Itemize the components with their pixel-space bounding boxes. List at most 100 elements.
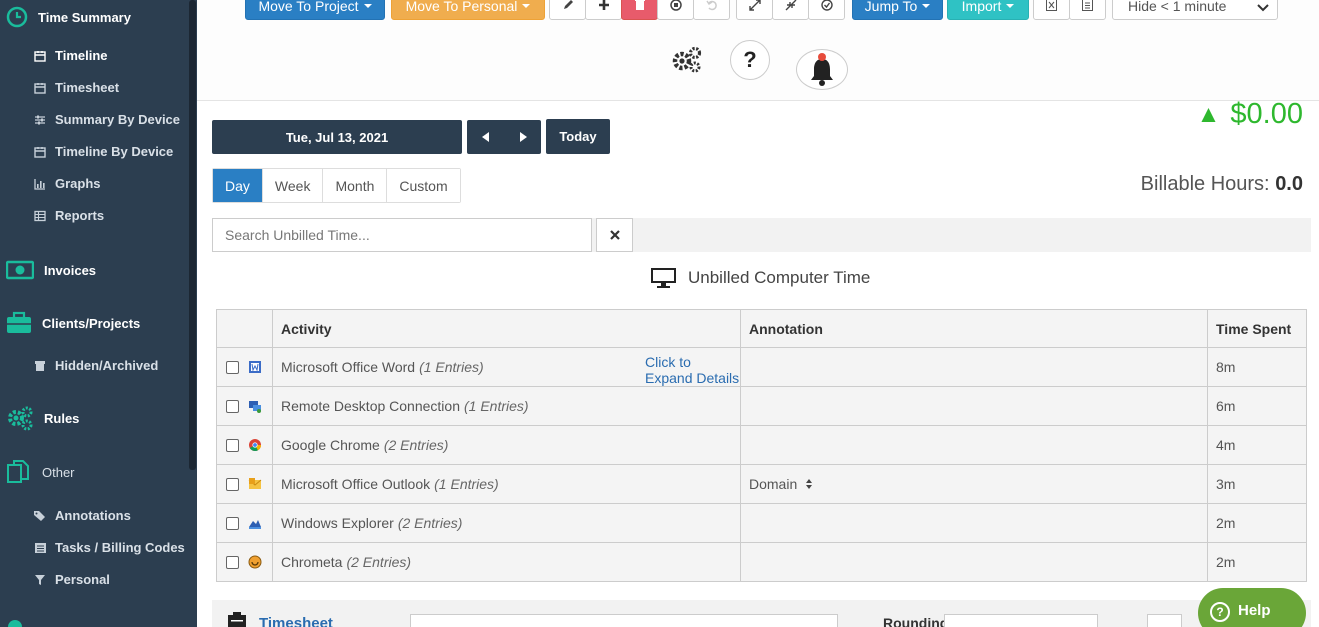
table-row[interactable]: Chrometa (2 Entries) 2m (217, 542, 1306, 581)
sidebar-item-hidden-archived[interactable]: Hidden/Archived (33, 358, 158, 373)
sidebar-item-personal[interactable]: Personal (33, 572, 110, 587)
sidebar-scrollbar[interactable] (189, 0, 196, 470)
sidebar-item-timeline[interactable]: Timeline (33, 48, 108, 63)
header-activity[interactable]: Activity (272, 310, 740, 347)
outlook-icon (248, 477, 262, 491)
rounding-select[interactable] (944, 614, 1098, 627)
row-checkbox[interactable] (226, 555, 239, 569)
caret-down-icon (1006, 4, 1015, 8)
stop-button[interactable] (657, 0, 694, 20)
annotation-cell[interactable] (740, 387, 1207, 425)
tab-custom[interactable]: Custom (387, 169, 460, 202)
select-cell (217, 465, 272, 503)
timesheet-input[interactable] (410, 614, 838, 627)
next-day-button[interactable] (504, 120, 541, 154)
date-picker-button[interactable]: Tue, Jul 13, 2021 (212, 120, 462, 154)
sidebar-item-graphs[interactable]: Graphs (33, 176, 101, 191)
sidebar-other[interactable]: Other (6, 459, 75, 485)
sidebar-item-tasks-billing-codes[interactable]: Tasks / Billing Codes (33, 540, 185, 555)
activity-name: Microsoft Office Outlook (281, 476, 431, 492)
chevron-down-icon (1257, 0, 1269, 15)
move-to-personal-button[interactable]: Move To Personal (391, 0, 545, 20)
annotation-cell[interactable] (740, 543, 1207, 581)
clear-search-button[interactable] (596, 218, 633, 252)
table-row[interactable]: Remote Desktop Connection (1 Entries) 6m (217, 386, 1306, 425)
sidebar-other-label: Other (42, 464, 75, 480)
sidebar-item-reports[interactable]: Reports (33, 208, 104, 223)
timesheet-action-button[interactable] (1147, 614, 1182, 627)
activity-name: Google Chrome (281, 437, 380, 453)
annotation-cell[interactable] (740, 504, 1207, 542)
help-question-icon[interactable]: ? (730, 40, 770, 80)
row-checkbox[interactable] (226, 360, 239, 374)
sidebar-item-summary-by-device[interactable]: Summary By Device (33, 112, 180, 127)
select-cell (217, 543, 272, 581)
table-header-row: Activity Annotation Time Spent (217, 310, 1306, 347)
add-button[interactable] (585, 0, 622, 20)
briefcase-icon (6, 311, 32, 335)
clipboard-icon (227, 612, 247, 627)
today-button[interactable]: Today (546, 119, 610, 154)
hide-duration-select[interactable]: Hide < 1 minute (1112, 0, 1278, 20)
notifications-bell-icon[interactable] (796, 49, 848, 90)
table-row[interactable]: Google Chrome (2 Entries) 4m (217, 425, 1306, 464)
tab-week[interactable]: Week (262, 169, 324, 202)
annotation-cell[interactable]: Domain (740, 465, 1207, 503)
time-spent-cell: 2m (1207, 504, 1306, 542)
tab-day[interactable]: Day (213, 169, 263, 202)
header-annotation[interactable]: Annotation (740, 310, 1207, 347)
jump-to-button[interactable]: Jump To (852, 0, 943, 20)
calendar-icon (33, 146, 47, 158)
list-icon (33, 542, 47, 554)
compress-button[interactable] (772, 0, 809, 20)
undo-button[interactable] (693, 0, 730, 20)
sidebar-item-label: Hidden/Archived (55, 358, 159, 373)
trash-icon (634, 0, 645, 14)
select-cell (217, 387, 272, 425)
tab-month[interactable]: Month (323, 169, 388, 202)
table-row[interactable]: Microsoft Office Outlook (1 Entries) Dom… (217, 464, 1306, 503)
annotation-cell[interactable] (740, 348, 1207, 386)
expand-details-link[interactable]: Click to Expand Details (645, 354, 740, 386)
sidebar-item-timeline-by-device[interactable]: Timeline By Device (33, 144, 173, 159)
sidebar-rules[interactable]: Rules (6, 405, 79, 431)
move-to-project-button[interactable]: Move To Project (245, 0, 385, 20)
sidebar-item-label: Tasks / Billing Codes (55, 540, 185, 555)
row-checkbox[interactable] (226, 477, 239, 491)
edit-button[interactable] (549, 0, 586, 20)
timesheet-link[interactable]: Timesheet (259, 615, 333, 627)
row-checkbox[interactable] (226, 516, 239, 530)
time-spent-cell: 2m (1207, 543, 1306, 581)
check-button[interactable] (808, 0, 845, 20)
undo-icon (705, 0, 718, 14)
table-row[interactable]: Windows Explorer (2 Entries) 2m (217, 503, 1306, 542)
sidebar-time-summary[interactable]: Time Summary (6, 6, 131, 28)
delete-button[interactable] (621, 0, 658, 20)
activity-name: Chrometa (281, 554, 343, 570)
settings-cogs-icon[interactable] (671, 44, 703, 79)
sidebar-clients-projects[interactable]: Clients/Projects (6, 311, 140, 335)
import-button[interactable]: Import (947, 0, 1029, 20)
search-input[interactable] (212, 218, 592, 252)
unbilled-time-table: Activity Annotation Time Spent Microsoft… (216, 309, 1307, 582)
row-checkbox[interactable] (226, 399, 239, 413)
export-document-button[interactable] (1069, 0, 1106, 20)
expand-button[interactable] (736, 0, 773, 20)
select-cell (217, 504, 272, 542)
header-time-spent[interactable]: Time Spent (1207, 310, 1306, 347)
prev-day-button[interactable] (467, 120, 504, 154)
caret-down-icon (363, 4, 372, 8)
row-checkbox[interactable] (226, 438, 239, 452)
entries-count: (1 Entries) (434, 476, 499, 492)
time-spent-cell: 8m (1207, 348, 1306, 386)
sidebar-item-annotations[interactable]: Annotations (33, 508, 131, 523)
table-row[interactable]: Microsoft Office Word (1 Entries) Click … (217, 347, 1306, 386)
annotation-cell[interactable] (740, 426, 1207, 464)
help-button[interactable]: ? Help (1198, 588, 1306, 627)
entries-count: (2 Entries) (397, 515, 463, 531)
sidebar-item-timesheet[interactable]: Timesheet (33, 80, 119, 95)
activity-cell: Windows Explorer (2 Entries) (272, 504, 740, 542)
export-excel-button[interactable] (1033, 0, 1070, 20)
sidebar-invoices[interactable]: Invoices (6, 260, 96, 280)
date-nav-group (467, 120, 541, 154)
